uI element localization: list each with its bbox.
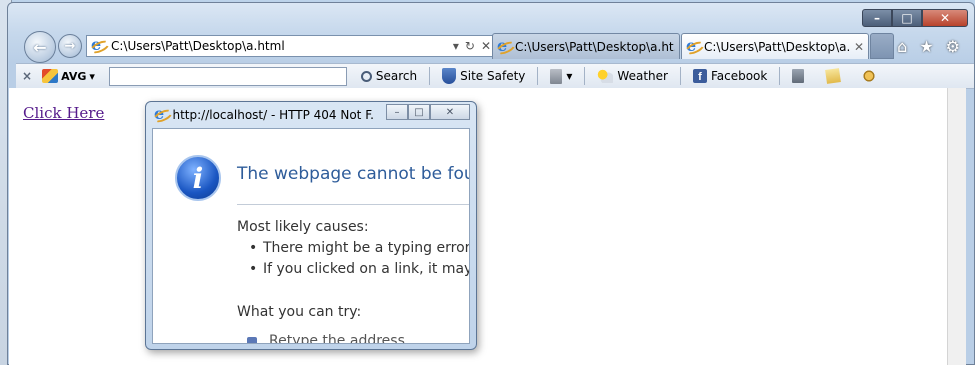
toolbar-separator	[537, 67, 539, 85]
address-bar[interactable]: C:\Users\Patt\Desktop\a.html ▾ ↻ ✕	[86, 35, 496, 57]
tab-1[interactable]: C:\Users\Patt\Desktop\a.ht...	[492, 33, 680, 59]
try-item: Retype the address.	[269, 333, 410, 344]
info-icon: i	[175, 155, 221, 201]
tab-close-icon[interactable]: ✕	[854, 40, 864, 54]
popup-maximize-button[interactable]: □	[408, 104, 430, 120]
popup-caption-buttons: – □ ✕	[386, 104, 470, 120]
ie-page-icon	[91, 35, 105, 54]
notepad-icon	[825, 68, 842, 84]
popup-window: http://localhost/ - HTTP 404 Not F... – …	[145, 101, 477, 350]
avg-toolbar: × AVG ▾ Search Site Safety ▾ Weather f F…	[16, 63, 974, 89]
causes-heading: Most likely causes:	[237, 219, 369, 235]
cause-item: There might be a typing error in the add…	[249, 240, 469, 256]
tab-title: C:\Users\Patt\Desktop\a.ht...	[515, 39, 675, 54]
chevron-down-icon: ▾	[89, 69, 95, 83]
address-controls: ▾ ↻ ✕	[453, 39, 495, 53]
facebook-label: Facebook	[710, 69, 768, 83]
ie-popup-icon	[154, 104, 167, 123]
avg-logo-icon	[42, 69, 59, 83]
toolbar-separator	[679, 67, 681, 85]
weather-label: Weather	[617, 69, 668, 83]
tools-icon[interactable]: ⚙	[946, 37, 960, 56]
magnifier-button[interactable]	[856, 69, 882, 83]
stop-icon[interactable]: ✕	[481, 39, 491, 53]
tab-title: C:\Users\Patt\Desktop\a...	[704, 39, 850, 54]
refresh-icon[interactable]: ↻	[465, 39, 475, 53]
avg-label: AVG	[61, 69, 87, 83]
ie-tab-icon	[686, 36, 700, 55]
weather-icon	[597, 69, 614, 83]
calculator-button[interactable]	[786, 69, 810, 83]
divider	[237, 204, 469, 205]
notepad-button[interactable]	[820, 68, 846, 84]
click-here-link[interactable]: Click Here	[23, 104, 104, 122]
tab-2[interactable]: C:\Users\Patt\Desktop\a... ✕	[681, 33, 869, 59]
popup-close-button[interactable]: ✕	[430, 104, 470, 120]
cause-item: If you clicked on a link, it may be out …	[249, 261, 469, 277]
trash-button[interactable]: ▾	[544, 68, 578, 84]
facebook-button[interactable]: f Facebook	[687, 69, 773, 83]
maximize-button[interactable]: □	[892, 9, 922, 27]
bullet-icon	[247, 337, 257, 343]
toolbar-separator	[779, 67, 781, 85]
favorites-icon[interactable]: ★	[919, 37, 933, 56]
address-url[interactable]: C:\Users\Patt\Desktop\a.html	[111, 39, 453, 53]
trash-icon	[550, 68, 563, 84]
toolbar-close-icon[interactable]: ×	[22, 69, 32, 83]
new-tab-button[interactable]	[870, 33, 894, 59]
calculator-icon	[792, 69, 805, 83]
close-button[interactable]: ✕	[922, 9, 968, 27]
site-safety-button[interactable]: Site Safety	[436, 68, 531, 84]
vertical-scrollbar[interactable]	[947, 88, 966, 365]
forward-button[interactable]: →	[58, 34, 82, 58]
minimize-button[interactable]: –	[862, 9, 892, 27]
shield-icon	[442, 68, 457, 84]
navigation-bar: ← → C:\Users\Patt\Desktop\a.html ▾ ↻ ✕ C…	[16, 31, 975, 63]
search-label: Search	[375, 69, 418, 83]
avg-menu-button[interactable]: AVG ▾	[42, 69, 95, 83]
site-safety-label: Site Safety	[460, 69, 526, 83]
ie-tab-icon	[497, 36, 511, 55]
try-heading: What you can try:	[237, 304, 362, 320]
tab-strip: C:\Users\Patt\Desktop\a.ht... C:\Users\P…	[492, 33, 894, 59]
weather-button[interactable]: Weather	[591, 69, 674, 83]
search-button[interactable]: Search	[355, 69, 423, 83]
back-button[interactable]: ←	[24, 31, 56, 63]
toolbar-search-input[interactable]	[108, 66, 347, 86]
magnifier-icon	[862, 69, 877, 83]
popup-title: http://localhost/ - HTTP 404 Not F...	[172, 108, 374, 122]
window-caption-buttons: – □ ✕	[862, 9, 968, 27]
browser-command-icons: ⌂ ★ ⚙	[897, 37, 960, 56]
toolbar-separator	[584, 67, 586, 85]
home-icon[interactable]: ⌂	[897, 37, 907, 56]
popup-titlebar: http://localhost/ - HTTP 404 Not F...	[154, 104, 374, 123]
toolbar-separator	[429, 67, 431, 85]
popup-body: i The webpage cannot be found Most likel…	[152, 128, 470, 344]
error-heading: The webpage cannot be found	[237, 164, 469, 184]
facebook-icon: f	[692, 69, 707, 83]
dropdown-icon[interactable]: ▾	[453, 39, 459, 53]
search-icon	[360, 70, 372, 82]
chevron-down-icon: ▾	[566, 69, 573, 83]
popup-minimize-button[interactable]: –	[386, 104, 408, 120]
